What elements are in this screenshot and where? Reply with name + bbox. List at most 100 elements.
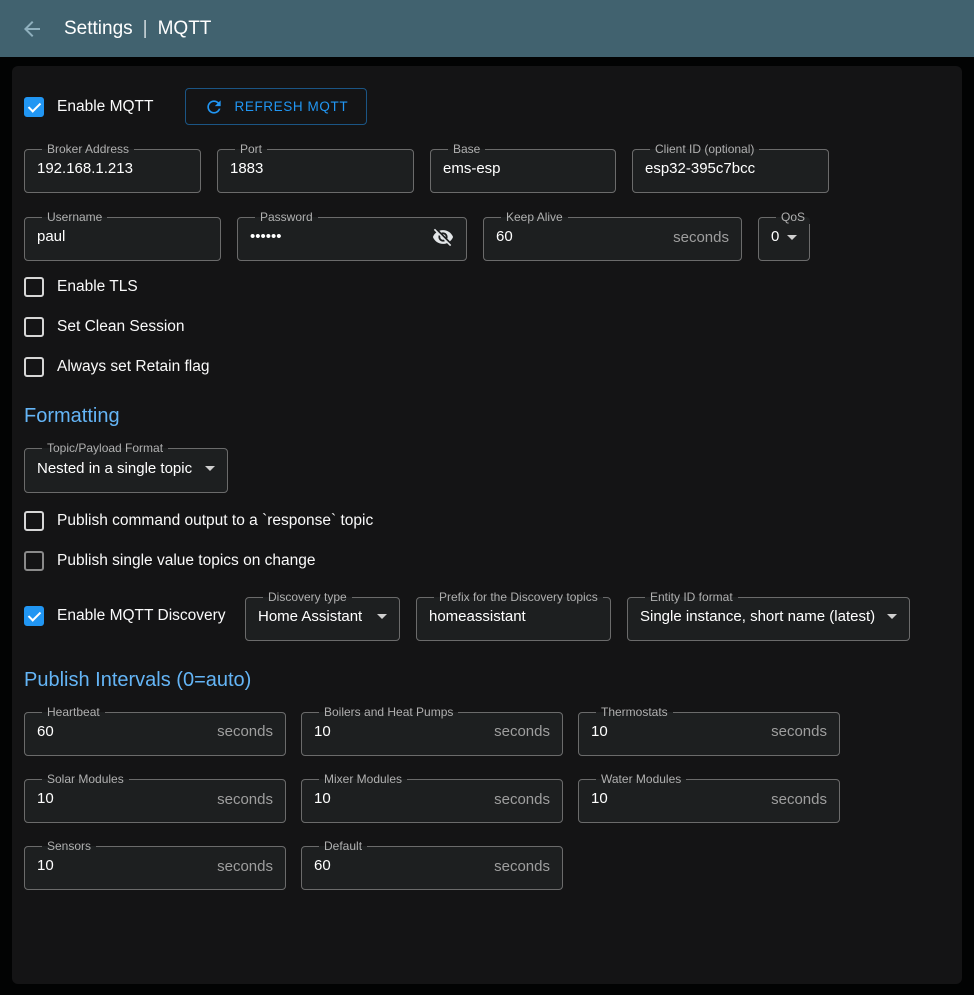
- publish-single-checkbox[interactable]: [24, 551, 44, 571]
- arrow-drop-down-icon: [205, 466, 215, 471]
- thermostats-interval-field[interactable]: Thermostats 10seconds: [578, 706, 840, 756]
- solar-label: Solar Modules: [47, 772, 124, 786]
- discovery-row: Enable MQTT Discovery Discovery type Hom…: [24, 591, 950, 641]
- publish-response-row[interactable]: Publish command output to a `response` t…: [24, 511, 950, 531]
- water-label: Water Modules: [601, 772, 681, 786]
- enable-mqtt-checkbox[interactable]: [24, 97, 44, 117]
- default-value[interactable]: 60: [314, 855, 331, 877]
- topic-format-value[interactable]: Nested in a single topic: [37, 458, 192, 480]
- field-content: 192.168.1.213: [37, 158, 188, 180]
- base-label: Base: [453, 142, 480, 156]
- retain-flag-checkbox[interactable]: [24, 357, 44, 377]
- refresh-mqtt-label: REFRESH MQTT: [234, 99, 348, 114]
- refresh-mqtt-button[interactable]: REFRESH MQTT: [185, 88, 367, 125]
- broker-address-field[interactable]: Broker Address 192.168.1.213: [24, 143, 201, 193]
- intervals-row-1: Heartbeat 60seconds Boilers and Heat Pum…: [24, 706, 950, 756]
- keep-alive-value[interactable]: 60: [496, 226, 513, 248]
- clean-session-checkbox[interactable]: [24, 317, 44, 337]
- field-content: 1883: [230, 158, 401, 180]
- unit-suffix: seconds: [763, 791, 827, 808]
- enable-tls-row[interactable]: Enable TLS: [24, 277, 950, 297]
- publish-single-row[interactable]: Publish single value topics on change: [24, 551, 950, 571]
- field-content: ems-esp: [443, 158, 603, 180]
- water-value[interactable]: 10: [591, 788, 608, 810]
- keep-alive-label: Keep Alive: [506, 210, 563, 224]
- qos-select[interactable]: QoS 0: [758, 211, 810, 261]
- discovery-type-value[interactable]: Home Assistant: [258, 606, 362, 628]
- field-content: Home Assistant: [258, 606, 387, 628]
- field-content: homeassistant: [429, 606, 598, 628]
- entity-id-format-select[interactable]: Entity ID format Single instance, short …: [627, 591, 910, 641]
- password-label: Password: [260, 210, 313, 224]
- entity-id-format-label: Entity ID format: [650, 590, 733, 604]
- field-content: 60seconds: [314, 855, 550, 877]
- enable-discovery-label: Enable MQTT Discovery: [57, 607, 226, 625]
- discovery-prefix-label: Prefix for the Discovery topics: [439, 590, 598, 604]
- enable-discovery-row[interactable]: Enable MQTT Discovery: [24, 606, 229, 626]
- enable-mqtt-label: Enable MQTT: [57, 98, 153, 116]
- field-content: esp32-395c7bcc: [645, 158, 816, 180]
- default-interval-field[interactable]: Default 60seconds: [301, 840, 563, 890]
- title-separator: |: [143, 18, 148, 40]
- base-field[interactable]: Base ems-esp: [430, 143, 616, 193]
- field-content: 10 seconds: [314, 788, 550, 810]
- intervals-row-2: Solar Modules 10 seconds Mixer Modules 10…: [24, 773, 950, 823]
- client-id-value[interactable]: esp32-395c7bcc: [645, 158, 755, 180]
- solar-value[interactable]: 10: [37, 788, 54, 810]
- publish-intervals-heading: Publish Intervals (0=auto): [24, 669, 950, 692]
- clean-session-label: Set Clean Session: [57, 318, 185, 336]
- breadcrumb-settings[interactable]: Settings: [64, 18, 133, 40]
- retain-flag-label: Always set Retain flag: [57, 358, 210, 376]
- mixer-value[interactable]: 10: [314, 788, 331, 810]
- password-value[interactable]: ••••••: [250, 226, 282, 248]
- connection-row-2: Username paul Password •••••• Keep Alive…: [24, 211, 950, 261]
- publish-response-checkbox[interactable]: [24, 511, 44, 531]
- field-content: Single instance, short name (latest): [640, 606, 897, 628]
- toggle-password-visibility-button[interactable]: [432, 226, 454, 248]
- topic-format-select[interactable]: Topic/Payload Format Nested in a single …: [24, 442, 228, 492]
- port-field[interactable]: Port 1883: [217, 143, 414, 193]
- sensors-interval-field[interactable]: Sensors 10seconds: [24, 840, 286, 890]
- username-field[interactable]: Username paul: [24, 211, 221, 261]
- mqtt-settings-panel: Enable MQTT REFRESH MQTT Broker Address …: [12, 66, 962, 984]
- clean-session-row[interactable]: Set Clean Session: [24, 317, 950, 337]
- back-button[interactable]: [20, 17, 44, 41]
- qos-value[interactable]: 0: [771, 226, 779, 248]
- unit-suffix: seconds: [209, 791, 273, 808]
- boilers-interval-field[interactable]: Boilers and Heat Pumps 10seconds: [301, 706, 563, 756]
- client-id-field[interactable]: Client ID (optional) esp32-395c7bcc: [632, 143, 829, 193]
- field-content: paul: [37, 226, 208, 248]
- connection-row-1: Broker Address 192.168.1.213 Port 1883 B…: [24, 143, 950, 193]
- retain-flag-row[interactable]: Always set Retain flag: [24, 357, 950, 377]
- entity-id-format-value[interactable]: Single instance, short name (latest): [640, 606, 875, 628]
- solar-interval-field[interactable]: Solar Modules 10 seconds: [24, 773, 286, 823]
- keep-alive-field[interactable]: Keep Alive 60 seconds: [483, 211, 742, 261]
- discovery-prefix-value[interactable]: homeassistant: [429, 606, 526, 628]
- arrow-drop-down-icon: [787, 235, 797, 240]
- unit-suffix: seconds: [486, 791, 550, 808]
- broker-address-value[interactable]: 192.168.1.213: [37, 158, 133, 180]
- enable-tls-checkbox[interactable]: [24, 277, 44, 297]
- arrow-back-icon: [20, 17, 44, 41]
- enable-mqtt-row[interactable]: Enable MQTT: [24, 97, 153, 117]
- enable-discovery-checkbox[interactable]: [24, 606, 44, 626]
- username-value[interactable]: paul: [37, 226, 65, 248]
- mixer-interval-field[interactable]: Mixer Modules 10 seconds: [301, 773, 563, 823]
- port-value[interactable]: 1883: [230, 158, 263, 180]
- port-label: Port: [240, 142, 262, 156]
- sensors-value[interactable]: 10: [37, 855, 54, 877]
- heartbeat-interval-field[interactable]: Heartbeat 60seconds: [24, 706, 286, 756]
- water-interval-field[interactable]: Water Modules 10 seconds: [578, 773, 840, 823]
- boilers-value[interactable]: 10: [314, 721, 331, 743]
- field-content: 60seconds: [37, 721, 273, 743]
- username-label: Username: [47, 210, 102, 224]
- password-field[interactable]: Password ••••••: [237, 211, 467, 261]
- discovery-prefix-field[interactable]: Prefix for the Discovery topics homeassi…: [416, 591, 611, 641]
- thermostats-value[interactable]: 10: [591, 721, 608, 743]
- field-content: 10 seconds: [37, 855, 273, 877]
- unit-suffix: seconds: [209, 858, 273, 875]
- base-value[interactable]: ems-esp: [443, 158, 501, 180]
- mixer-label: Mixer Modules: [324, 772, 402, 786]
- heartbeat-value[interactable]: 60: [37, 721, 54, 743]
- discovery-type-select[interactable]: Discovery type Home Assistant: [245, 591, 400, 641]
